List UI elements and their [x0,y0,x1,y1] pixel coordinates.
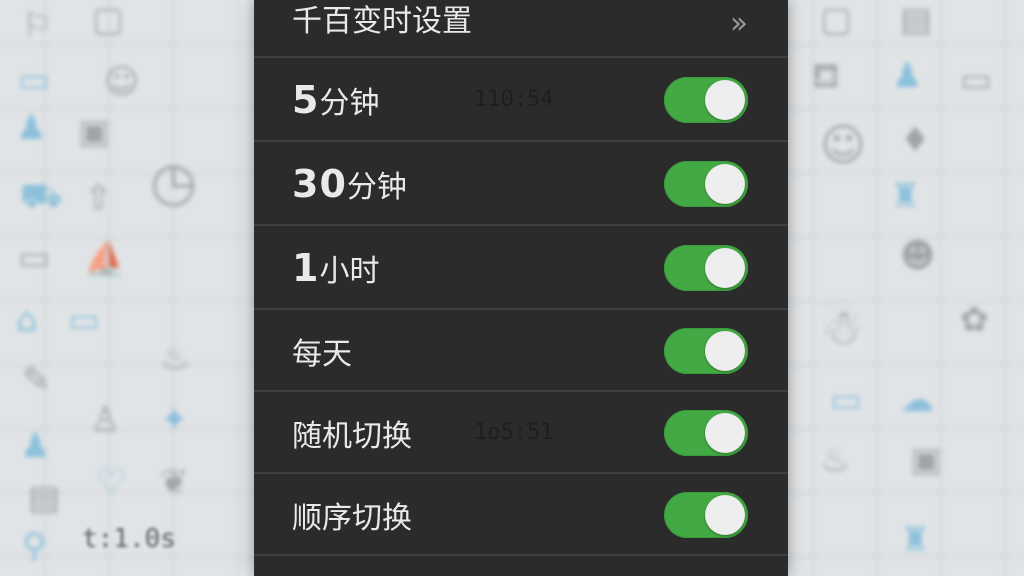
person-icon: ♟ [16,108,47,148]
toggle-knob [705,248,745,288]
toggle-switch[interactable] [664,492,748,538]
settings-panel: 千百变时设置 ›› 5分钟 110:54 30分钟 1小时 每天 随机切换 1o5:51 顺序… [254,0,788,576]
ticket-icon: ♦ [900,120,931,160]
header-title: 千百变时设置 [292,4,472,39]
clock-icon: ◷ [150,150,198,213]
row-daily[interactable]: 每天 [254,310,788,392]
cat-icon-right: ☺ [820,120,866,171]
toggle-knob [705,413,745,453]
toggle-switch[interactable] [664,161,748,207]
bag-icon: ⛾ [812,56,840,96]
row-label-number: 30 [292,162,347,206]
row-label: 5分钟 [292,80,379,124]
row-30-minutes[interactable]: 30分钟 [254,142,788,226]
arrow-icon: ⇧ [84,178,113,218]
header-row[interactable]: 千百变时设置 ›› [254,0,788,56]
tag-icon: ▭ [18,60,51,100]
row-label: 随机切换 [292,413,412,457]
board-icon: ▣ [78,112,111,152]
book-icon: ▤ [28,478,61,518]
note-icon: ✎ [22,360,51,400]
row-5-minutes[interactable]: 5分钟 110:54 [254,58,788,142]
gift-icon: ♙ [90,400,121,440]
teapot-icon: ♨ [820,440,851,480]
sheep-icon: ☁ [900,380,934,420]
boat-icon: ⛵ [84,240,127,280]
row-faint-time-text: 110:54 [474,87,554,112]
double-chevron-right-icon[interactable]: ›› [730,6,748,42]
cat-icon: ☺ [104,62,140,102]
frame-icon-right: ▢ [820,0,853,40]
row-label-text: 每天 [292,337,352,372]
row-1-hour[interactable]: 1小时 [254,226,788,310]
screen-icon: ▭ [18,238,51,278]
row-label: 每天 [292,331,352,375]
bucket-icon: ♜ [900,520,931,560]
toggle-knob [705,80,745,120]
heart-icon: ♡ [96,462,127,502]
hood-icon: ☃ [820,300,864,356]
pin-icon: ⚲ [22,526,47,566]
row-label-text: 小时 [319,254,380,289]
bread-icon: ⌂ [16,300,38,340]
row-faint-time-text: 1o5:51 [474,420,554,445]
bear-icon: ☻ [900,236,936,276]
cup-icon: ♨ [160,338,191,378]
row-label-number: 5 [292,78,320,122]
flower-icon: ✿ [960,300,989,340]
toggle-knob [705,164,745,204]
cart-icon: ⛟ [20,176,63,216]
tag-icon-right: ▭ [960,60,993,100]
label-icon: ▭ [68,300,101,340]
star-icon: ✦ [160,400,189,440]
row-label-number: 1 [292,246,320,290]
row-label-text: 随机切换 [292,419,412,454]
toggle-switch[interactable] [664,328,748,374]
toggle-switch[interactable] [664,245,748,291]
row-label-text: 分钟 [319,86,380,121]
row-label-text: 顺序切换 [292,501,412,536]
row-label-text: 分钟 [346,170,407,205]
row-random-switch[interactable]: 随机切换 1o5:51 [254,392,788,474]
divider [254,554,788,556]
runner-icon: ♟ [20,426,51,466]
shirt-icon: ♜ [890,176,921,216]
toggle-knob [705,495,745,535]
background-tag-text: t:1.0s [82,524,176,554]
label-icon-right: ▭ [830,380,863,420]
flag-icon: ⚐ [22,6,53,46]
row-label: 30分钟 [292,164,407,208]
note-icon-right: ▤ [900,0,933,40]
row-label: 1小时 [292,248,379,292]
toggle-switch[interactable] [664,410,748,456]
frame-icon: ▢ [92,0,125,40]
row-sequential-switch[interactable]: 顺序切换 [254,474,788,556]
toggle-knob [705,331,745,371]
row-label: 顺序切换 [292,495,412,539]
leaf-icon: ❦ [160,462,189,502]
box-icon: ▣ [910,440,943,480]
person-icon-right: ♟ [892,56,923,96]
toggle-switch[interactable] [664,77,748,123]
